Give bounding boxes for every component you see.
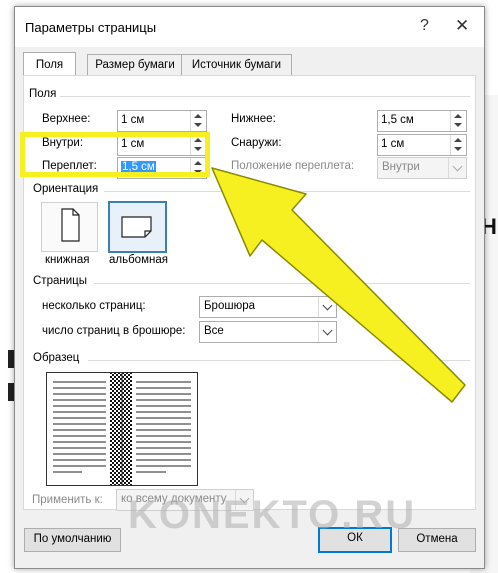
- watermark: KONEKTO.RU: [128, 493, 417, 537]
- pointer-arrow: [211, 167, 466, 403]
